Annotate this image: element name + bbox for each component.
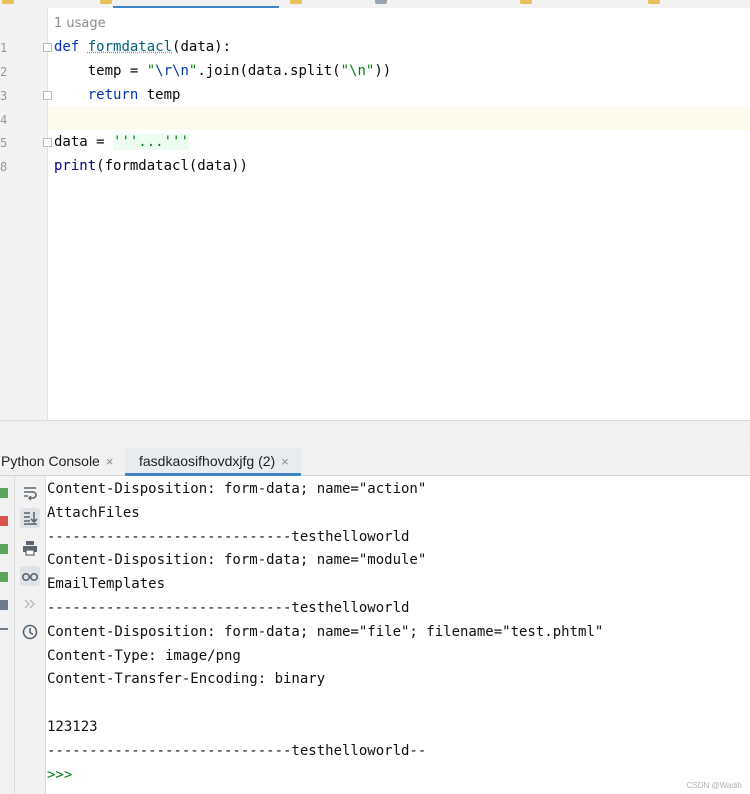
string-literal: " [146, 63, 156, 79]
console-line: Content-Disposition: form-data; name="mo… [47, 552, 427, 568]
rerun-icon[interactable] [0, 488, 8, 498]
watermark: CSDN @Wadih [686, 781, 742, 790]
line-number: 3 [0, 89, 8, 103]
close-icon[interactable]: × [281, 454, 289, 469]
code-line-5: data = '''...''' [54, 134, 189, 150]
fold-marker-icon[interactable] [43, 138, 52, 147]
run-controls-bar [0, 476, 15, 794]
line-number: 1 [0, 41, 8, 55]
stop-icon[interactable] [0, 516, 8, 526]
file-tab[interactable] [648, 0, 664, 5]
code-text: temp [138, 87, 181, 103]
console-line: 123123 [47, 719, 98, 735]
keyword: def [54, 39, 80, 55]
run-icon[interactable] [0, 544, 8, 554]
console-toolbar [15, 476, 46, 794]
close-icon[interactable]: × [106, 454, 114, 469]
code-text: data = [54, 134, 114, 150]
python-file-icon [100, 0, 112, 4]
fold-marker-icon[interactable] [43, 43, 52, 52]
history-icon[interactable] [20, 622, 40, 642]
console-line: EmailTemplates [47, 576, 166, 592]
console-line: Content-Type: image/png [47, 648, 241, 664]
file-tab[interactable] [290, 0, 306, 5]
console-line: Content-Transfer-Encoding: binary [47, 671, 326, 687]
debug-icon[interactable] [0, 572, 8, 582]
code-text: temp = [54, 63, 147, 79]
fold-marker-icon[interactable] [43, 91, 52, 100]
code-line-3: return temp [54, 87, 181, 103]
tab-python-console[interactable]: Python Console × [1, 448, 119, 475]
usage-hint[interactable]: 1 usage [54, 16, 106, 31]
line-number: 4 [0, 113, 8, 127]
python-file-icon [648, 0, 660, 4]
line-number-gutter: 1 2 3 4 5 8 [0, 8, 48, 420]
string-literal: "\n" [340, 63, 375, 79]
python-file-icon [290, 0, 302, 4]
console-line: -----------------------------testhellowo… [47, 529, 410, 545]
tab-label: fasdkaosifhovdxjfg (2) [139, 453, 276, 469]
python-file-icon [520, 0, 532, 4]
console-line: Content-Disposition: form-data; name="ac… [47, 481, 427, 497]
text-file-icon [375, 0, 387, 4]
soft-wrap-icon[interactable] [20, 482, 40, 502]
history-forward-icon[interactable] [20, 594, 40, 614]
console-line: Content-Disposition: form-data; name="fi… [47, 624, 604, 640]
code-line-1: def formdatacl(data): [54, 39, 231, 55]
code-editor[interactable]: 1 2 3 4 5 8 1 usage def formdatacl(data)… [0, 8, 750, 420]
panel-splitter[interactable] [0, 420, 750, 449]
console-line: AttachFiles [47, 505, 140, 521]
code-line-2: temp = "\r\n".join(data.split("\n")) [54, 63, 391, 79]
code-text: (data): [172, 39, 232, 55]
show-variables-icon[interactable] [20, 566, 40, 586]
escape-sequence: \r\n [155, 63, 189, 79]
file-tab[interactable] [2, 0, 18, 5]
scroll-to-end-icon[interactable] [20, 508, 40, 528]
tab-run-output[interactable]: fasdkaosifhovdxjfg (2) × [125, 448, 301, 476]
line-number: 2 [0, 65, 8, 79]
code-text: )) [374, 63, 392, 79]
file-tab[interactable] [520, 0, 536, 5]
console-line: -----------------------------testhellowo… [47, 600, 410, 616]
console-prompt[interactable]: >>> [47, 767, 72, 783]
current-line-highlight [48, 107, 750, 130]
code-text: .join(data.split( [197, 63, 341, 79]
console-output[interactable]: Content-Disposition: form-data; name="ac… [47, 476, 750, 794]
settings-icon[interactable] [0, 600, 8, 610]
print-icon[interactable] [20, 538, 40, 558]
file-tab[interactable] [100, 0, 116, 5]
console-line: -----------------------------testhellowo… [47, 743, 427, 759]
keyword: return [87, 87, 139, 103]
python-file-icon [2, 0, 14, 4]
tool-window-tabs: Python Console × fasdkaosifhovdxjfg (2) × [0, 448, 750, 476]
builtin-function: print [54, 158, 97, 174]
function-name: formdatacl [87, 39, 173, 55]
tab-label: Python Console [1, 453, 100, 469]
string-literal: '''...''' [113, 134, 189, 150]
code-text: (formdatacl(data)) [96, 158, 248, 174]
line-number: 8 [0, 160, 8, 174]
file-tab[interactable] [375, 0, 391, 5]
code-line-8: print(formdatacl(data)) [54, 158, 248, 174]
line-number: 5 [0, 136, 8, 150]
minimize-icon[interactable] [0, 628, 8, 630]
